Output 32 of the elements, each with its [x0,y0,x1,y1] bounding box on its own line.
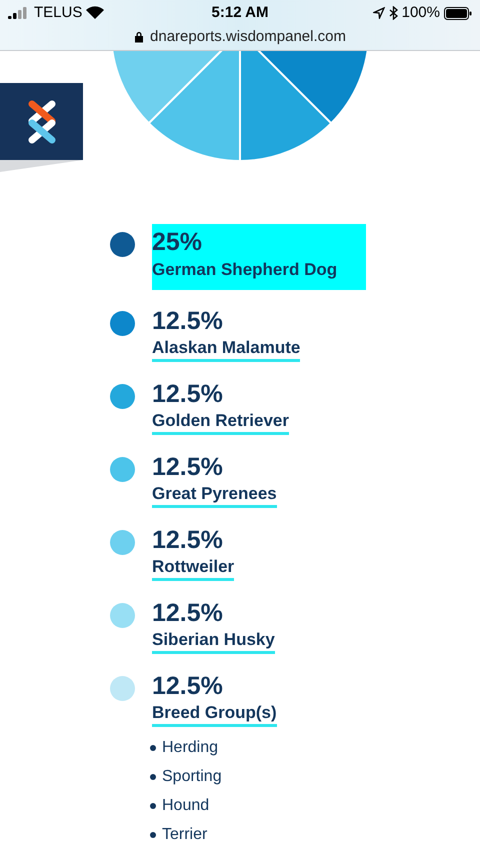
percentage: 12.5% [152,306,223,337]
clock-time: 5:12 AM [212,2,268,23]
percentage: 12.5% [152,598,223,629]
lock-icon [134,31,144,43]
battery-percentage: 100% [402,2,440,23]
breed-group: Herding [162,738,218,758]
breed-group: Terrier [162,825,208,845]
percentage: 12.5% [152,452,223,483]
bullet-icon [150,745,156,751]
percentage: 25% [152,227,202,258]
bullet-icon [150,832,156,838]
breed-link[interactable]: Siberian Husky [152,629,275,654]
breed-link[interactable]: Great Pyrenees [152,483,277,508]
percentage: 12.5% [152,671,223,702]
carrier-name: TELUS [34,2,82,23]
logo-badge[interactable] [0,83,83,160]
breed-link[interactable]: German Shepherd Dog [152,258,338,282]
percentage: 12.5% [152,379,223,410]
wifi-icon [86,6,104,20]
breed-link[interactable]: Golden Retriever [152,410,289,435]
breed-link[interactable]: Breed Group(s) [152,702,277,727]
bullet-icon [150,803,156,809]
battery-icon [444,6,472,20]
location-icon [372,7,385,19]
breed-link[interactable]: Rottweiler [152,556,234,581]
bluetooth-icon [388,6,398,20]
bullet-icon [150,774,156,780]
breed-link[interactable]: Alaskan Malamute [152,337,300,362]
percentage: 12.5% [152,525,223,556]
url-text[interactable]: dnareports.wisdompanel.com [150,26,346,48]
breed-group: Hound [162,796,210,816]
breed-group: Sporting [162,767,222,787]
